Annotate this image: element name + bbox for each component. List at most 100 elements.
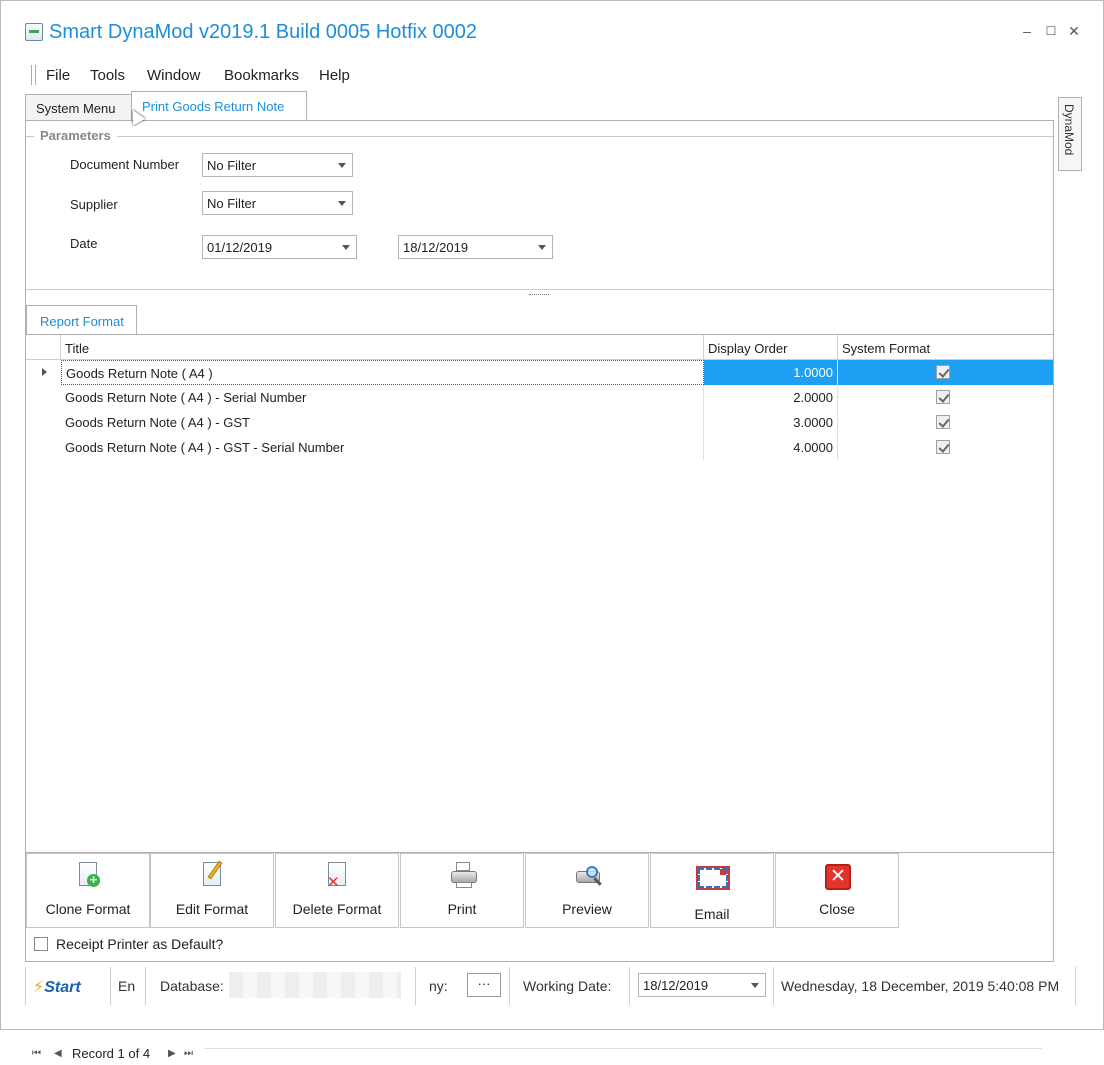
cell-system-format[interactable]	[838, 385, 1053, 410]
checkbox-checked-icon[interactable]	[936, 365, 950, 379]
delete-format-label: Delete Format	[292, 901, 382, 917]
environment-text: En	[118, 978, 136, 994]
checkbox-checked-icon[interactable]	[936, 415, 950, 429]
working-date-value: 18/12/2019	[643, 978, 709, 993]
chevron-down-icon	[342, 245, 350, 250]
horizontal-scrollbar[interactable]	[204, 1048, 1042, 1061]
table-row[interactable]: Goods Return Note ( A4 ) 1.0000	[26, 360, 1053, 385]
working-date-combo[interactable]: 18/12/2019	[638, 973, 766, 997]
start-logo[interactable]: ⚡Start	[33, 977, 81, 997]
record-navigator: ⏮ ◀ Record 1 of 4 ▶ ⏭	[26, 1043, 1053, 1065]
working-date-label: Working Date:	[523, 978, 612, 994]
cell-title[interactable]: Goods Return Note ( A4 ) - GST - Serial …	[61, 435, 704, 460]
parameters-group: Parameters Document Number No Filter Sup…	[26, 128, 1053, 290]
preview-button[interactable]: Preview	[525, 853, 649, 928]
side-tab-dynamod[interactable]: DynaMod	[1058, 97, 1082, 171]
envelope-icon	[696, 866, 730, 892]
close-button[interactable]: ✕ Close	[775, 853, 899, 928]
chevron-down-icon	[338, 163, 346, 168]
cell-system-format[interactable]	[838, 435, 1053, 460]
edit-format-button[interactable]: Edit Format	[150, 853, 274, 928]
preview-label: Preview	[562, 901, 612, 917]
cell-title[interactable]: Goods Return Note ( A4 ) - Serial Number	[61, 385, 704, 410]
column-header-display-order[interactable]: Display Order	[704, 335, 838, 360]
checkbox-checked-icon[interactable]	[936, 440, 950, 454]
menu-tools[interactable]: Tools	[90, 67, 125, 84]
date-from-value: 01/12/2019	[207, 240, 273, 255]
document-number-label: Document Number	[70, 157, 180, 172]
prev-record-icon[interactable]: ◀	[54, 1048, 62, 1059]
cell-system-format[interactable]	[838, 410, 1053, 435]
column-header-system-format[interactable]: System Format	[838, 335, 1053, 360]
window-title: Smart DynaMod v2019.1 Build 0005 Hotfix …	[49, 21, 478, 43]
chevron-down-icon	[751, 983, 759, 988]
cell-title[interactable]: Goods Return Note ( A4 ) - GST	[61, 410, 704, 435]
current-datetime: Wednesday, 18 December, 2019 5:40:08 PM	[781, 978, 1060, 994]
menu-file[interactable]: File	[46, 67, 70, 84]
clone-format-button[interactable]: + Clone Format	[26, 853, 150, 928]
cell-display-order[interactable]: 4.0000	[704, 435, 838, 460]
title-bar: Smart DynaMod v2019.1 Build 0005 Hotfix …	[1, 1, 1103, 59]
menu-window[interactable]: Window	[147, 67, 200, 84]
chevron-down-icon	[538, 245, 546, 250]
edit-format-label: Edit Format	[175, 901, 249, 917]
date-to-value: 18/12/2019	[403, 240, 469, 255]
close-window-button[interactable]: ✕	[1064, 21, 1084, 41]
date-from-combo[interactable]: 01/12/2019	[202, 235, 357, 259]
minimize-button[interactable]: –	[1017, 21, 1037, 41]
menu-help[interactable]: Help	[319, 67, 350, 84]
checkbox-checked-icon[interactable]	[936, 390, 950, 404]
edit-format-icon	[201, 860, 225, 890]
company-picker-button[interactable]: ···	[467, 973, 501, 997]
database-value-redacted	[229, 972, 401, 998]
start-logo-text: Start	[44, 979, 81, 996]
print-button[interactable]: Print	[400, 853, 524, 928]
column-header-title[interactable]: Title	[61, 335, 704, 360]
close-icon: ✕	[825, 864, 851, 890]
table-row[interactable]: Goods Return Note ( A4 ) - GST - Serial …	[26, 435, 1053, 460]
tab-system-menu[interactable]: System Menu	[25, 94, 132, 121]
receipt-printer-checkbox[interactable]	[34, 937, 48, 951]
supplier-combo[interactable]: No Filter	[202, 191, 353, 215]
action-toolbar: + Clone Format Edit Format ✕ Delete Form…	[26, 853, 900, 928]
side-tab-label: DynaMod	[1062, 104, 1076, 156]
cell-display-order[interactable]: 2.0000	[704, 385, 838, 410]
content-panel: Parameters Document Number No Filter Sup…	[25, 120, 1054, 1061]
receipt-printer-label: Receipt Printer as Default?	[56, 936, 224, 952]
menu-bookmarks[interactable]: Bookmarks	[224, 67, 299, 84]
record-count: Record 1 of 4	[72, 1046, 151, 1061]
cell-title[interactable]: Goods Return Note ( A4 )	[61, 360, 704, 385]
table-row[interactable]: Goods Return Note ( A4 ) - Serial Number…	[26, 385, 1053, 410]
maximize-button[interactable]: ☐	[1041, 21, 1061, 41]
email-label: Email	[694, 906, 730, 922]
row-indicator-icon	[42, 368, 47, 376]
clone-format-icon: +	[77, 862, 101, 890]
company-label: ny:	[429, 978, 448, 994]
panel-splitter[interactable]	[529, 294, 549, 297]
date-to-combo[interactable]: 18/12/2019	[398, 235, 553, 259]
tab-report-format[interactable]: Report Format	[26, 305, 137, 334]
delete-format-button[interactable]: ✕ Delete Format	[275, 853, 399, 928]
document-number-value: No Filter	[207, 158, 257, 173]
delete-format-icon: ✕	[326, 862, 350, 891]
cell-system-format[interactable]	[838, 360, 1053, 385]
next-record-icon[interactable]: ▶	[168, 1048, 176, 1059]
menu-grip	[31, 65, 36, 85]
cell-display-order[interactable]: 1.0000	[704, 360, 838, 385]
printer-icon	[451, 862, 477, 890]
table-row[interactable]: Goods Return Note ( A4 ) - GST 3.0000	[26, 410, 1053, 435]
document-number-combo[interactable]: No Filter	[202, 153, 353, 177]
first-record-icon[interactable]: ⏮	[32, 1048, 41, 1059]
database-label: Database:	[160, 978, 224, 994]
email-button[interactable]: Email	[650, 853, 774, 928]
menu-bar: File Tools Window Bookmarks Help	[1, 61, 1103, 89]
preview-icon	[576, 862, 602, 890]
print-label: Print	[447, 901, 477, 917]
parameters-title: Parameters	[34, 128, 117, 143]
tab-print-goods-return-note[interactable]: Print Goods Return Note	[131, 91, 307, 121]
cell-display-order[interactable]: 3.0000	[704, 410, 838, 435]
status-bar: ⚡Start En Database: ny: ··· Working Date…	[25, 967, 1078, 1005]
supplier-value: No Filter	[207, 196, 257, 211]
supplier-label: Supplier	[70, 197, 118, 212]
last-record-icon[interactable]: ⏭	[184, 1048, 193, 1059]
